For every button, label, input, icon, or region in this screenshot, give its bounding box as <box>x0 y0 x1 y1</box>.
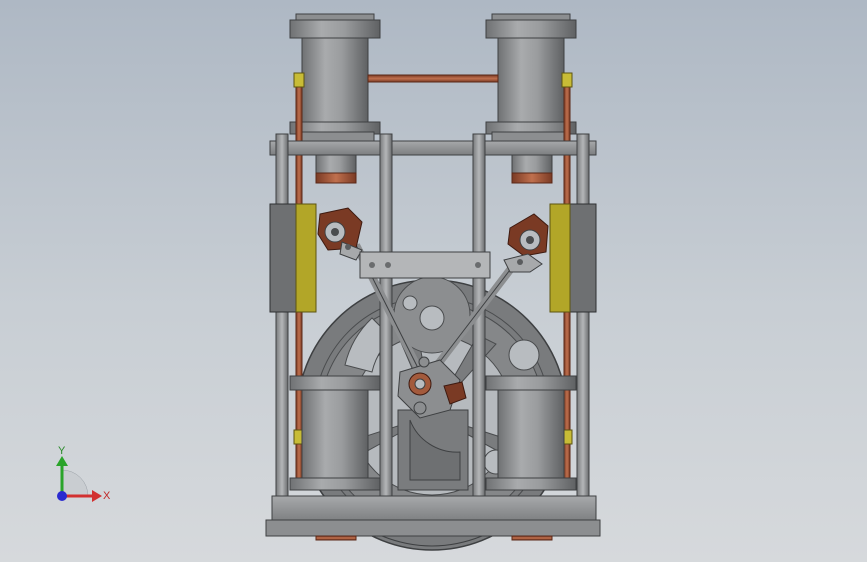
triad-plane <box>61 469 89 497</box>
left-side-block <box>269 203 317 313</box>
crossbar <box>359 251 491 279</box>
left-rocker <box>317 207 363 261</box>
coordinate-triad: Y X <box>56 445 111 502</box>
x-axis-label: X <box>103 490 111 502</box>
bottom-plate <box>265 495 601 547</box>
right-rocker <box>503 213 549 273</box>
bottom-right-cylinder <box>485 375 577 491</box>
x-axis-arrow <box>92 490 102 502</box>
top-pipe <box>367 74 499 83</box>
z-axis-dot <box>57 491 67 501</box>
graphics-viewport[interactable]: Y X <box>0 0 867 562</box>
top-plate <box>269 140 597 156</box>
bottom-left-cylinder <box>289 375 381 491</box>
y-axis-arrow <box>56 456 68 466</box>
model-view[interactable]: Y X <box>0 0 867 562</box>
right-side-block <box>549 203 597 313</box>
crank-assembly <box>397 356 469 491</box>
y-axis-label: Y <box>58 445 66 457</box>
